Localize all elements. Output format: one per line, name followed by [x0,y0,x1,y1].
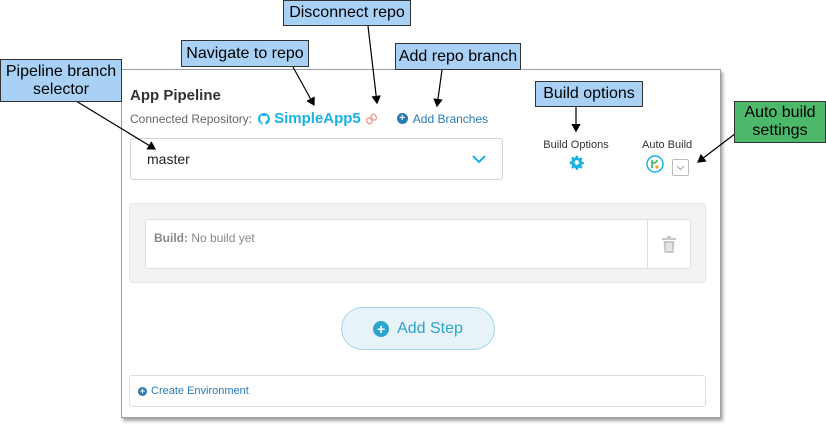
plus-circle-icon: + [138,385,147,396]
add-branches-label: Add Branches [412,111,489,126]
gear-icon[interactable] [569,155,584,173]
add-branches-link[interactable]: + Add Branches [396,111,489,126]
plus-circle-icon: + [396,113,408,124]
callout-auto-build-settings: Auto build settings [734,101,826,143]
auto-build-label: Auto Build [642,139,693,151]
auto-build: Auto Build [642,139,692,176]
github-icon [258,112,271,125]
build-status-value: No build yet [191,231,255,245]
disconnect-repo-icon[interactable] [365,112,377,125]
add-step-label: Add Step [397,319,463,337]
build-options-label: Build Options [543,139,609,151]
callout-disconnect-repo: Disconnect repo [283,0,411,26]
repo-link[interactable]: SimpleApp5 [274,110,361,127]
chevron-down-icon [472,151,486,167]
repo-line: Connected Repository: SimpleApp5 + Add B… [130,110,488,127]
build-label: Build: [154,231,188,245]
create-environment-link[interactable]: + Create Environment [129,375,706,407]
trash-icon [662,235,676,253]
delete-step-button[interactable] [647,220,690,268]
build-options: Build Options [539,139,613,173]
auto-build-dropdown[interactable] [672,159,689,176]
add-step-button[interactable]: + Add Step [341,307,495,350]
branch-value: master [147,151,190,167]
auto-build-status-icon[interactable] [646,155,664,176]
build-step-card[interactable]: Build: No build yet [145,219,691,269]
pipeline-title: App Pipeline [130,87,221,104]
callout-pipeline-branch-selector: Pipeline branch selector [0,59,122,102]
callout-add-repo-branch: Add repo branch [395,43,521,70]
app-pipeline-panel: App Pipeline Connected Repository: Simpl… [121,69,721,418]
repo-label: Connected Repository: [130,111,253,126]
callout-build-options: Build options [535,81,643,107]
build-status: Build: No build yet [154,231,255,245]
callout-navigate-to-repo: Navigate to repo [181,40,309,67]
steps-area: Build: No build yet [129,203,706,283]
plus-circle-icon: + [373,320,390,337]
branch-select[interactable]: master [130,138,503,180]
create-environment-label: Create Environment [151,385,249,397]
